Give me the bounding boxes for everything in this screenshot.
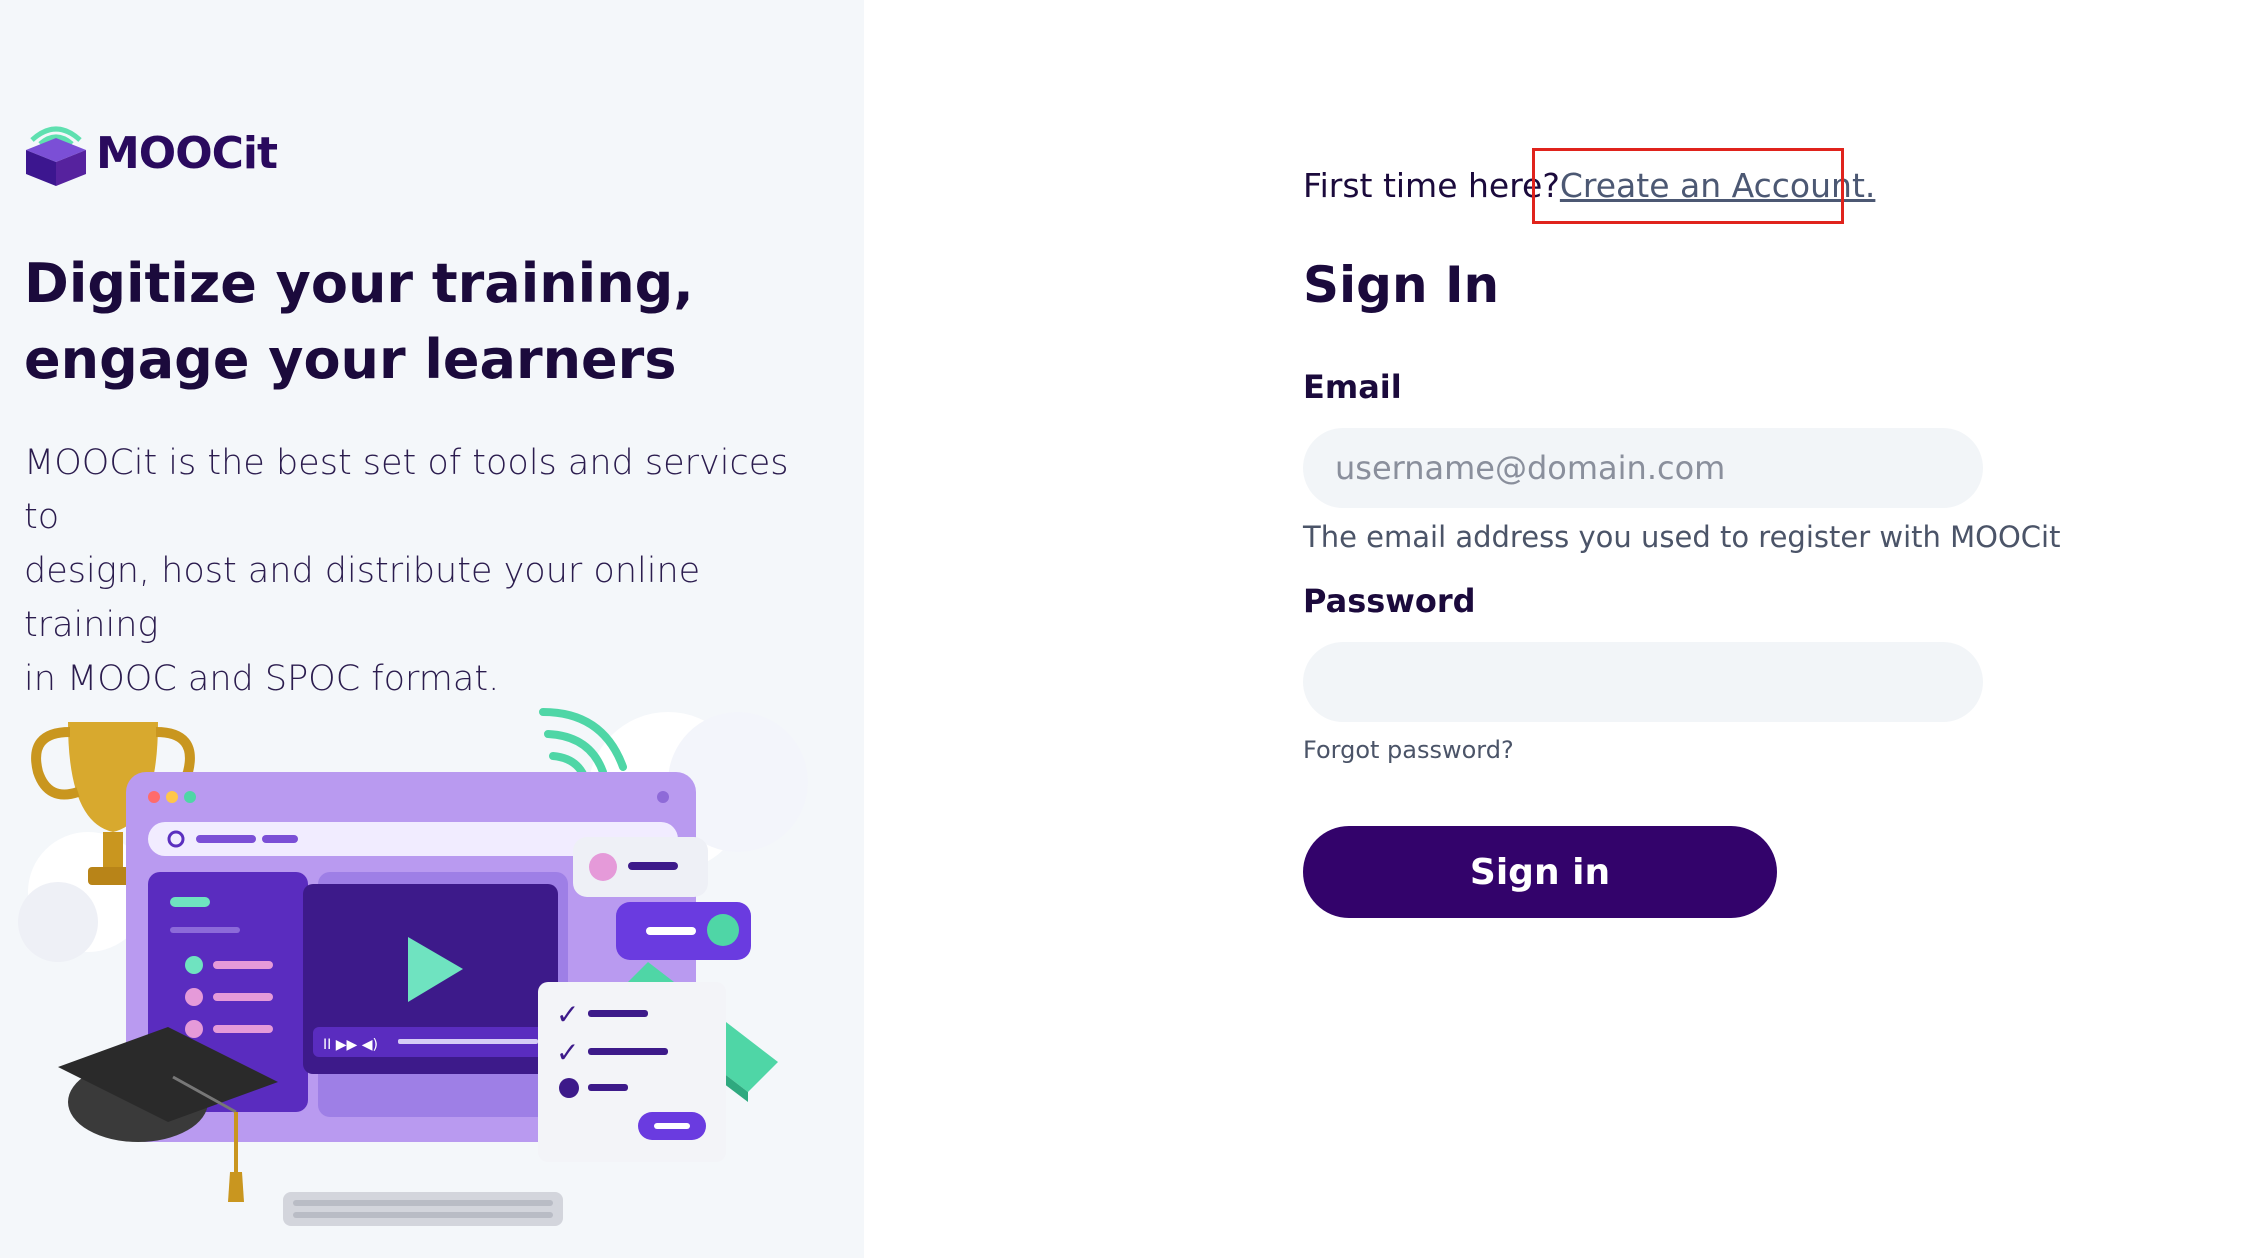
- forgot-password-link[interactable]: Forgot password?: [1303, 736, 1514, 764]
- moocit-cube-icon: [26, 126, 86, 186]
- sign-in-button[interactable]: Sign in: [1303, 826, 1777, 918]
- password-input[interactable]: [1303, 642, 1983, 722]
- elearning-illustration: II ▶▶ ◀) ✓ ✓: [18, 708, 808, 1226]
- headline-line-2: engage your learners: [24, 328, 677, 391]
- intro-line-1: MOOCit is the best set of tools and serv…: [24, 443, 789, 537]
- svg-text:✓: ✓: [556, 1036, 579, 1069]
- moocit-logo[interactable]: MOOCit: [24, 118, 278, 188]
- marketing-headline: Digitize your training, engage your lear…: [24, 246, 804, 398]
- svg-text:✓: ✓: [556, 998, 579, 1031]
- svg-text:II ▶▶ ◀): II ▶▶ ◀): [323, 1037, 378, 1053]
- keyboard-icon: [283, 1192, 563, 1226]
- headline-line-1: Digitize your training,: [24, 252, 694, 315]
- email-label: Email: [1303, 368, 1402, 406]
- signin-title: Sign In: [1303, 256, 1500, 314]
- email-help-text: The email address you used to register w…: [1303, 520, 2061, 554]
- checklist-card: ✓ ✓: [538, 982, 726, 1162]
- intro-line-2: design, host and distribute your online …: [24, 551, 701, 645]
- email-input[interactable]: [1303, 428, 1983, 508]
- password-label: Password: [1303, 582, 1476, 620]
- signup-prompt: First time here?: [1303, 166, 1560, 205]
- highlight-box: [1532, 148, 1844, 224]
- marketing-intro: MOOCit is the best set of tools and serv…: [24, 436, 824, 706]
- brand-name: MOOCit: [96, 127, 278, 179]
- marketing-panel: MOOCit Digitize your training, engage yo…: [0, 0, 864, 1258]
